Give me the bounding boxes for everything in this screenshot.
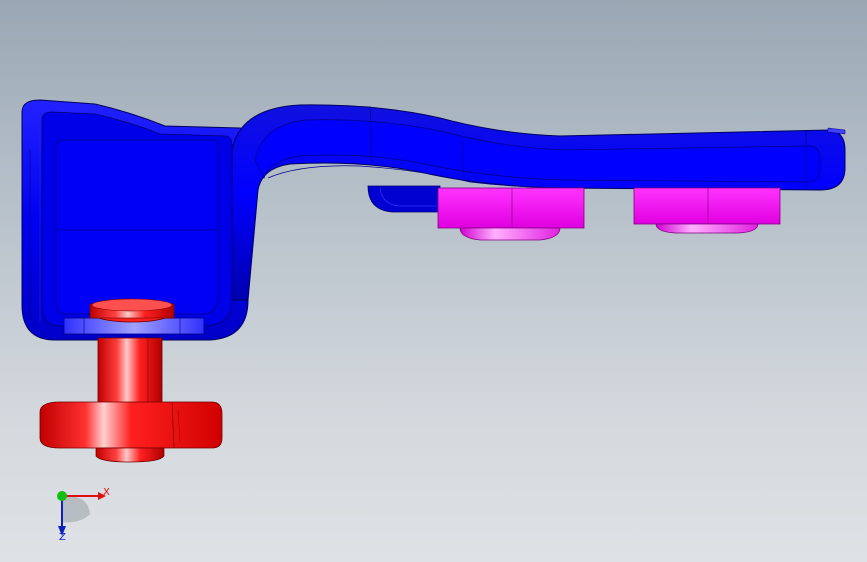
coordinate-triad-icon: X Z <box>40 478 120 548</box>
graphics-viewport[interactable]: X Z <box>0 0 867 562</box>
bolt-shaft[interactable] <box>97 337 163 407</box>
bolt-head[interactable] <box>89 298 175 323</box>
z-axis-label: Z <box>59 532 66 543</box>
cad-model[interactable] <box>0 0 867 562</box>
bolt-knob[interactable] <box>39 401 223 463</box>
hex-nut-2[interactable] <box>633 187 781 234</box>
x-axis-label: X <box>103 487 110 498</box>
hex-nut-1[interactable] <box>437 187 585 241</box>
